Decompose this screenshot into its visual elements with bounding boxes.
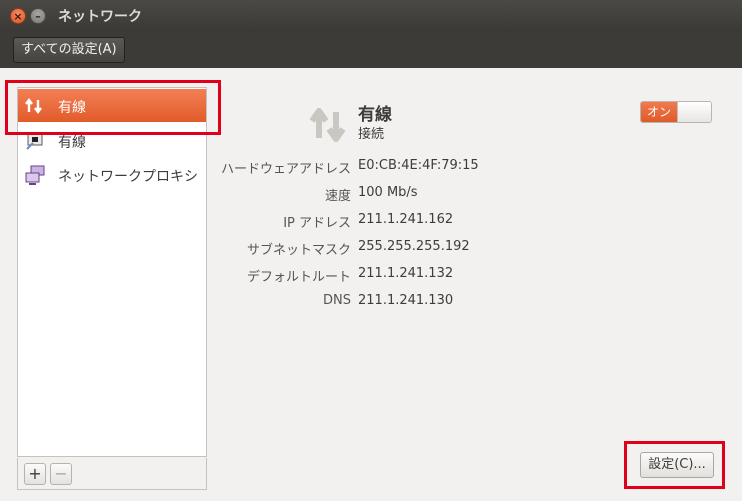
connection-name: 有線 bbox=[358, 105, 392, 125]
list-footer: + − bbox=[17, 458, 207, 490]
list-item-wired-1[interactable]: 有線 bbox=[18, 89, 206, 122]
window-title: ネットワーク bbox=[58, 9, 142, 25]
all-settings-button[interactable]: すべての設定(A) bbox=[13, 37, 125, 63]
detail-key: サブネットマスク bbox=[246, 243, 351, 258]
detail-key: ハードウェアアドレス bbox=[220, 162, 351, 177]
add-connection-button[interactable]: + bbox=[24, 463, 46, 485]
detail-value: 211.1.241.130 bbox=[358, 293, 454, 308]
minimize-button[interactable]: – bbox=[30, 8, 46, 24]
detail-row-ip-address: IP アドレス 211.1.241.162 bbox=[0, 212, 742, 232]
connection-toggle[interactable]: オン bbox=[640, 101, 712, 123]
detail-value: 255.255.255.192 bbox=[358, 239, 470, 254]
close-button[interactable]: × bbox=[10, 8, 26, 24]
title-bar: × – ネットワーク bbox=[0, 0, 742, 32]
detail-row-hardware-address: ハードウェアアドレス E0:CB:4E:4F:79:15 bbox=[0, 158, 742, 178]
close-icon: × bbox=[13, 9, 23, 23]
detail-key: デフォルトルート bbox=[246, 270, 351, 285]
wired-network-icon bbox=[309, 108, 346, 142]
detail-row-dns: DNS 211.1.241.130 bbox=[0, 293, 742, 313]
toggle-knob[interactable] bbox=[677, 102, 711, 122]
wired-adapter-icon bbox=[26, 132, 43, 150]
connection-status: 接続 bbox=[358, 127, 385, 142]
detail-key: 速度 bbox=[324, 189, 351, 204]
detail-value: 211.1.241.162 bbox=[358, 212, 454, 227]
minimize-icon: – bbox=[35, 9, 41, 23]
detail-key: IP アドレス bbox=[283, 216, 351, 231]
toggle-on-label: オン bbox=[641, 102, 677, 122]
toolbar: すべての設定(A) bbox=[0, 32, 742, 68]
detail-row-subnet-mask: サブネットマスク 255.255.255.192 bbox=[0, 239, 742, 259]
detail-value: E0:CB:4E:4F:79:15 bbox=[358, 158, 479, 173]
wired-network-icon bbox=[25, 98, 42, 114]
configure-button[interactable]: 設定(C)... bbox=[640, 452, 714, 478]
list-item-label: 有線 bbox=[58, 135, 86, 151]
detail-key: DNS bbox=[323, 293, 351, 308]
remove-connection-button[interactable]: − bbox=[50, 463, 72, 485]
list-item-wired-2[interactable]: 有線 bbox=[18, 124, 206, 157]
detail-value: 211.1.241.132 bbox=[358, 266, 454, 281]
list-item-label: 有線 bbox=[58, 100, 86, 116]
detail-value: 100 Mb/s bbox=[358, 185, 418, 200]
detail-row-default-route: デフォルトルート 211.1.241.132 bbox=[0, 266, 742, 286]
detail-row-speed: 速度 100 Mb/s bbox=[0, 185, 742, 205]
